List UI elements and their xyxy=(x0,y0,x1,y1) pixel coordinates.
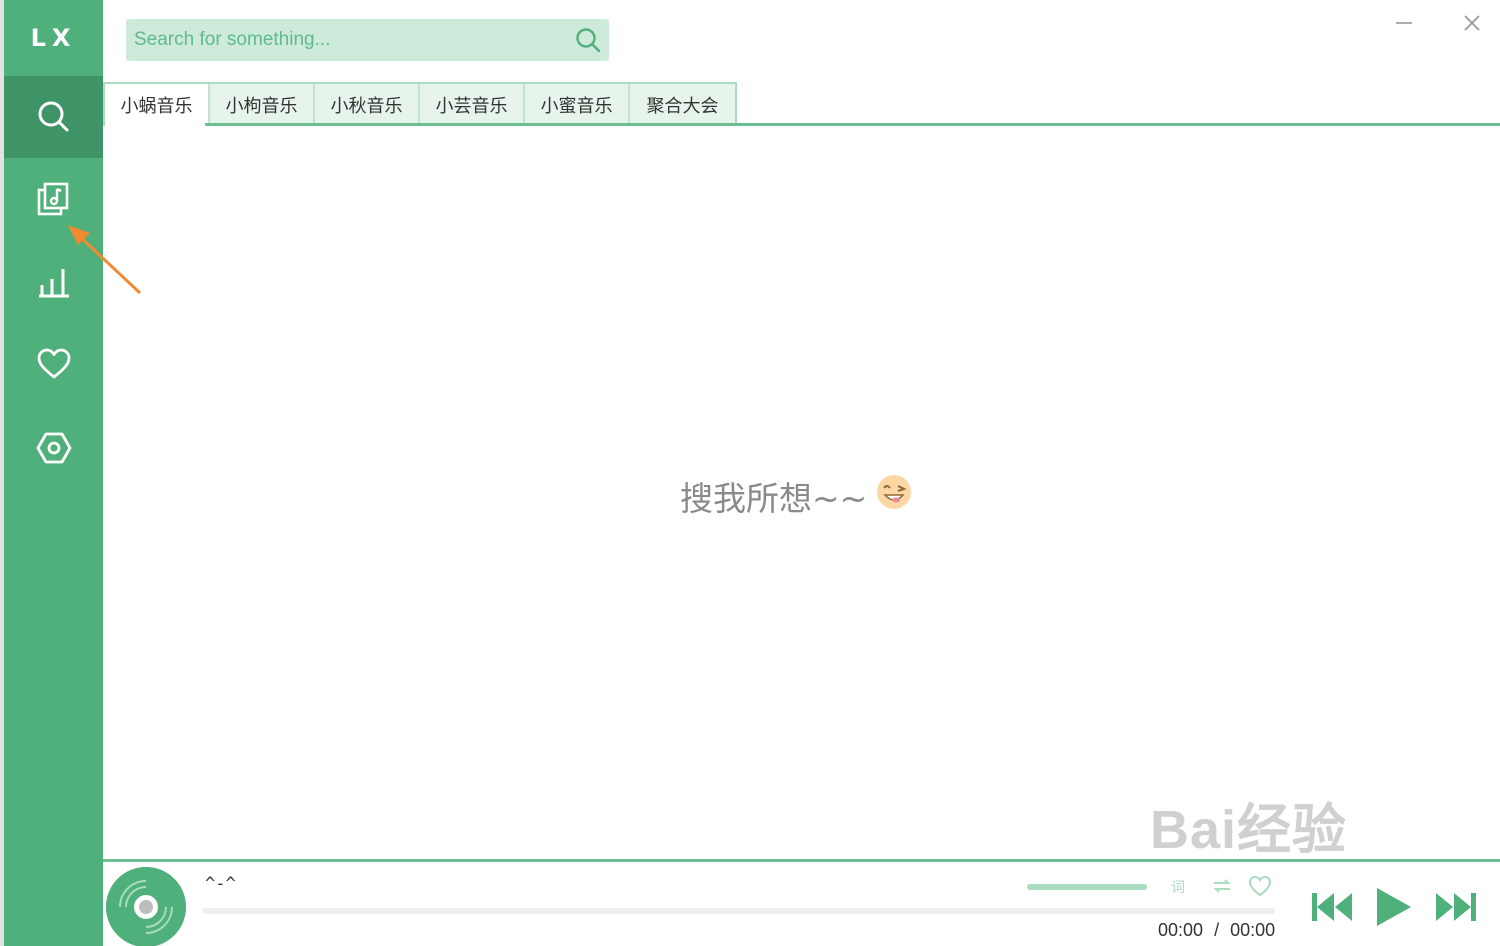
search-icon xyxy=(576,28,601,53)
search-input[interactable] xyxy=(126,19,556,61)
lyric-toggle-button[interactable]: 词 xyxy=(1169,874,1195,898)
bar-chart-icon xyxy=(38,269,69,298)
sidebar-item-leaderboard[interactable] xyxy=(4,240,103,322)
loop-mode-button[interactable] xyxy=(1209,874,1235,898)
tab-source-5[interactable]: 小蜜音乐 xyxy=(525,84,630,126)
search-button[interactable] xyxy=(573,25,603,55)
progress-bar[interactable] xyxy=(203,908,1275,914)
minimize-button[interactable] xyxy=(1389,8,1419,38)
app-logo: LX xyxy=(30,24,77,52)
song-name: ^-^ xyxy=(205,874,236,894)
tab-aggregate[interactable]: 聚合大会 xyxy=(630,84,735,126)
tabs-underline xyxy=(205,123,1500,126)
wink-emoji-icon xyxy=(875,473,913,519)
skip-next-icon xyxy=(1436,893,1476,921)
tab-source-2[interactable]: 小枸音乐 xyxy=(210,84,315,126)
next-button[interactable] xyxy=(1433,886,1479,928)
play-icon xyxy=(1377,888,1411,926)
sidebar-item-song-list[interactable] xyxy=(4,158,103,240)
close-icon xyxy=(1464,15,1480,31)
sidebar: LX xyxy=(4,0,103,946)
current-time: 00:00 xyxy=(1158,920,1204,940)
heart-icon xyxy=(1248,875,1272,897)
lyric-icon: 词 xyxy=(1171,880,1185,896)
app-window: LX Search for something... 小蜗音乐 小枸音乐 小秋音… xyxy=(0,0,1500,946)
loop-icon xyxy=(1213,879,1231,893)
search-icon xyxy=(38,101,68,132)
favorite-toggle-button[interactable] xyxy=(1247,874,1273,898)
time-display: 00:00 / 00:00 xyxy=(1158,920,1275,941)
tab-source-3[interactable]: 小秋音乐 xyxy=(315,84,420,126)
skip-previous-icon xyxy=(1312,893,1352,921)
heart-icon xyxy=(37,348,70,379)
total-time: 00:00 xyxy=(1230,920,1276,940)
time-separator: / xyxy=(1214,920,1220,940)
source-tabs: 小蜗音乐 小枸音乐 小秋音乐 小芸音乐 小蜜音乐 聚合大会 xyxy=(103,82,737,126)
player-bar: ^-^ 词 00:00 / 00:00 xyxy=(103,862,1500,946)
sidebar-item-settings[interactable] xyxy=(4,407,103,489)
settings-icon xyxy=(36,432,71,464)
previous-button[interactable] xyxy=(1309,886,1355,928)
minimize-icon xyxy=(1396,22,1412,24)
empty-message-text: 搜我所想~~ xyxy=(680,479,868,518)
sidebar-item-favorites[interactable] xyxy=(4,323,103,405)
svg-text:词: 词 xyxy=(1171,880,1185,896)
sidebar-item-search[interactable] xyxy=(4,76,103,158)
close-button[interactable] xyxy=(1457,8,1487,38)
tab-source-1[interactable]: 小蜗音乐 xyxy=(105,84,210,126)
album-disc-icon[interactable] xyxy=(106,867,186,946)
search-box xyxy=(126,19,609,61)
tab-source-4[interactable]: 小芸音乐 xyxy=(420,84,525,126)
watermark-brand: Bai经验 xyxy=(1150,800,1348,860)
music-list-icon xyxy=(37,182,68,216)
play-button[interactable] xyxy=(1371,886,1415,928)
volume-slider[interactable] xyxy=(1027,884,1147,890)
empty-search-message: 搜我所想~~ xyxy=(680,474,913,518)
